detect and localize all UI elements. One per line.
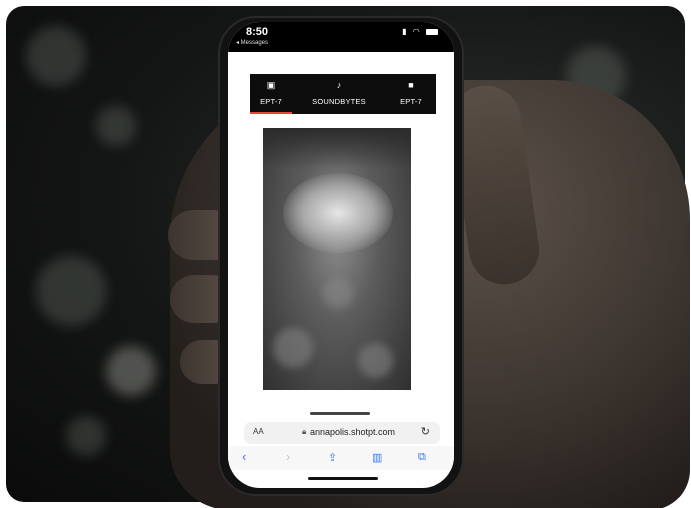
- tab-ept-7-video[interactable]: ■ EPT-7: [386, 74, 436, 114]
- image-sky: [263, 128, 411, 168]
- bokeh-light: [26, 26, 86, 86]
- signal-icon: ▮: [402, 27, 409, 36]
- bookmarks-icon[interactable]: ▥: [372, 451, 382, 464]
- lock-icon: 🔒︎: [302, 427, 307, 436]
- forward-chevron-icon[interactable]: ›: [286, 449, 290, 464]
- wifi-icon: ◠: [412, 27, 422, 36]
- status-time: 8:50: [246, 26, 269, 38]
- battery-icon: [426, 28, 438, 35]
- url-text[interactable]: annapolis.shotpt.com: [310, 427, 395, 437]
- status-icons: ▮ ◠: [402, 27, 438, 36]
- share-icon[interactable]: ⇪: [328, 451, 337, 464]
- tabs-icon[interactable]: ⧉: [418, 451, 426, 464]
- bokeh-light: [106, 346, 156, 396]
- music-note-icon: ♪: [336, 80, 342, 90]
- image-bokeh: [358, 343, 393, 378]
- sheet-handle[interactable]: [310, 412, 370, 415]
- video-camera-icon: ■: [408, 80, 414, 90]
- media-image[interactable]: [263, 128, 411, 390]
- text-size-button[interactable]: AA: [253, 427, 264, 436]
- back-to-messages-link[interactable]: ◂ Messages: [236, 39, 268, 46]
- address-bar[interactable]: AA 🔒︎ annapolis.shotpt.com ↻: [244, 422, 440, 444]
- image-bokeh: [273, 328, 313, 368]
- home-indicator: [308, 477, 378, 480]
- browser-toolbar: ‹ › ⇪ ▥ ⧉: [228, 446, 454, 470]
- image-icon: ▣: [266, 80, 276, 90]
- bokeh-light: [96, 106, 136, 146]
- status-bar: 8:50 ◂ Messages ▮ ◠: [228, 22, 454, 52]
- bokeh-light: [66, 416, 106, 456]
- media-tab-bar: ▣ EPT-7 ♪ SOUNDBYTES ■ EPT-7: [250, 74, 436, 114]
- bokeh-light: [36, 256, 106, 326]
- tab-label: EPT-7: [260, 97, 282, 106]
- tab-label: EPT-7: [400, 97, 422, 106]
- tab-ept-7-images[interactable]: ▣ EPT-7: [250, 74, 292, 114]
- reload-icon[interactable]: ↻: [421, 425, 430, 438]
- back-chevron-icon[interactable]: ‹: [242, 449, 246, 464]
- phone-screen: 8:50 ◂ Messages ▮ ◠ ▣ EPT-7 ♪ SOUNDBYTES…: [228, 22, 454, 488]
- tab-soundbytes[interactable]: ♪ SOUNDBYTES: [292, 74, 386, 114]
- image-bokeh: [323, 278, 353, 308]
- tab-label: SOUNDBYTES: [312, 97, 366, 106]
- image-tree: [283, 173, 393, 253]
